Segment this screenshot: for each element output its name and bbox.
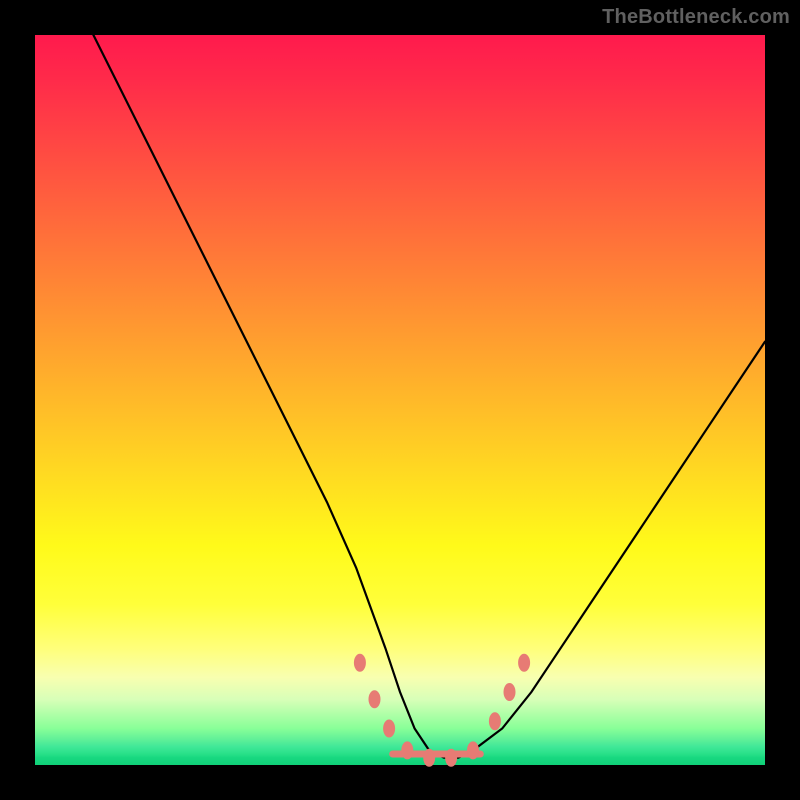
marker-right-upper (518, 654, 530, 672)
marker-bottom-4 (467, 741, 479, 759)
chart-svg (35, 35, 765, 765)
marker-bottom-2 (423, 749, 435, 767)
marker-right-mid (504, 683, 516, 701)
outer-frame: TheBottleneck.com (0, 0, 800, 800)
marker-right-low (489, 712, 501, 730)
marker-left-low (383, 720, 395, 738)
marker-bottom-1 (401, 741, 413, 759)
marker-bottom-3 (445, 749, 457, 767)
marker-group (354, 654, 530, 767)
bottleneck-curve (93, 35, 765, 758)
marker-left-mid (369, 690, 381, 708)
marker-left-upper (354, 654, 366, 672)
watermark-text: TheBottleneck.com (602, 6, 790, 29)
